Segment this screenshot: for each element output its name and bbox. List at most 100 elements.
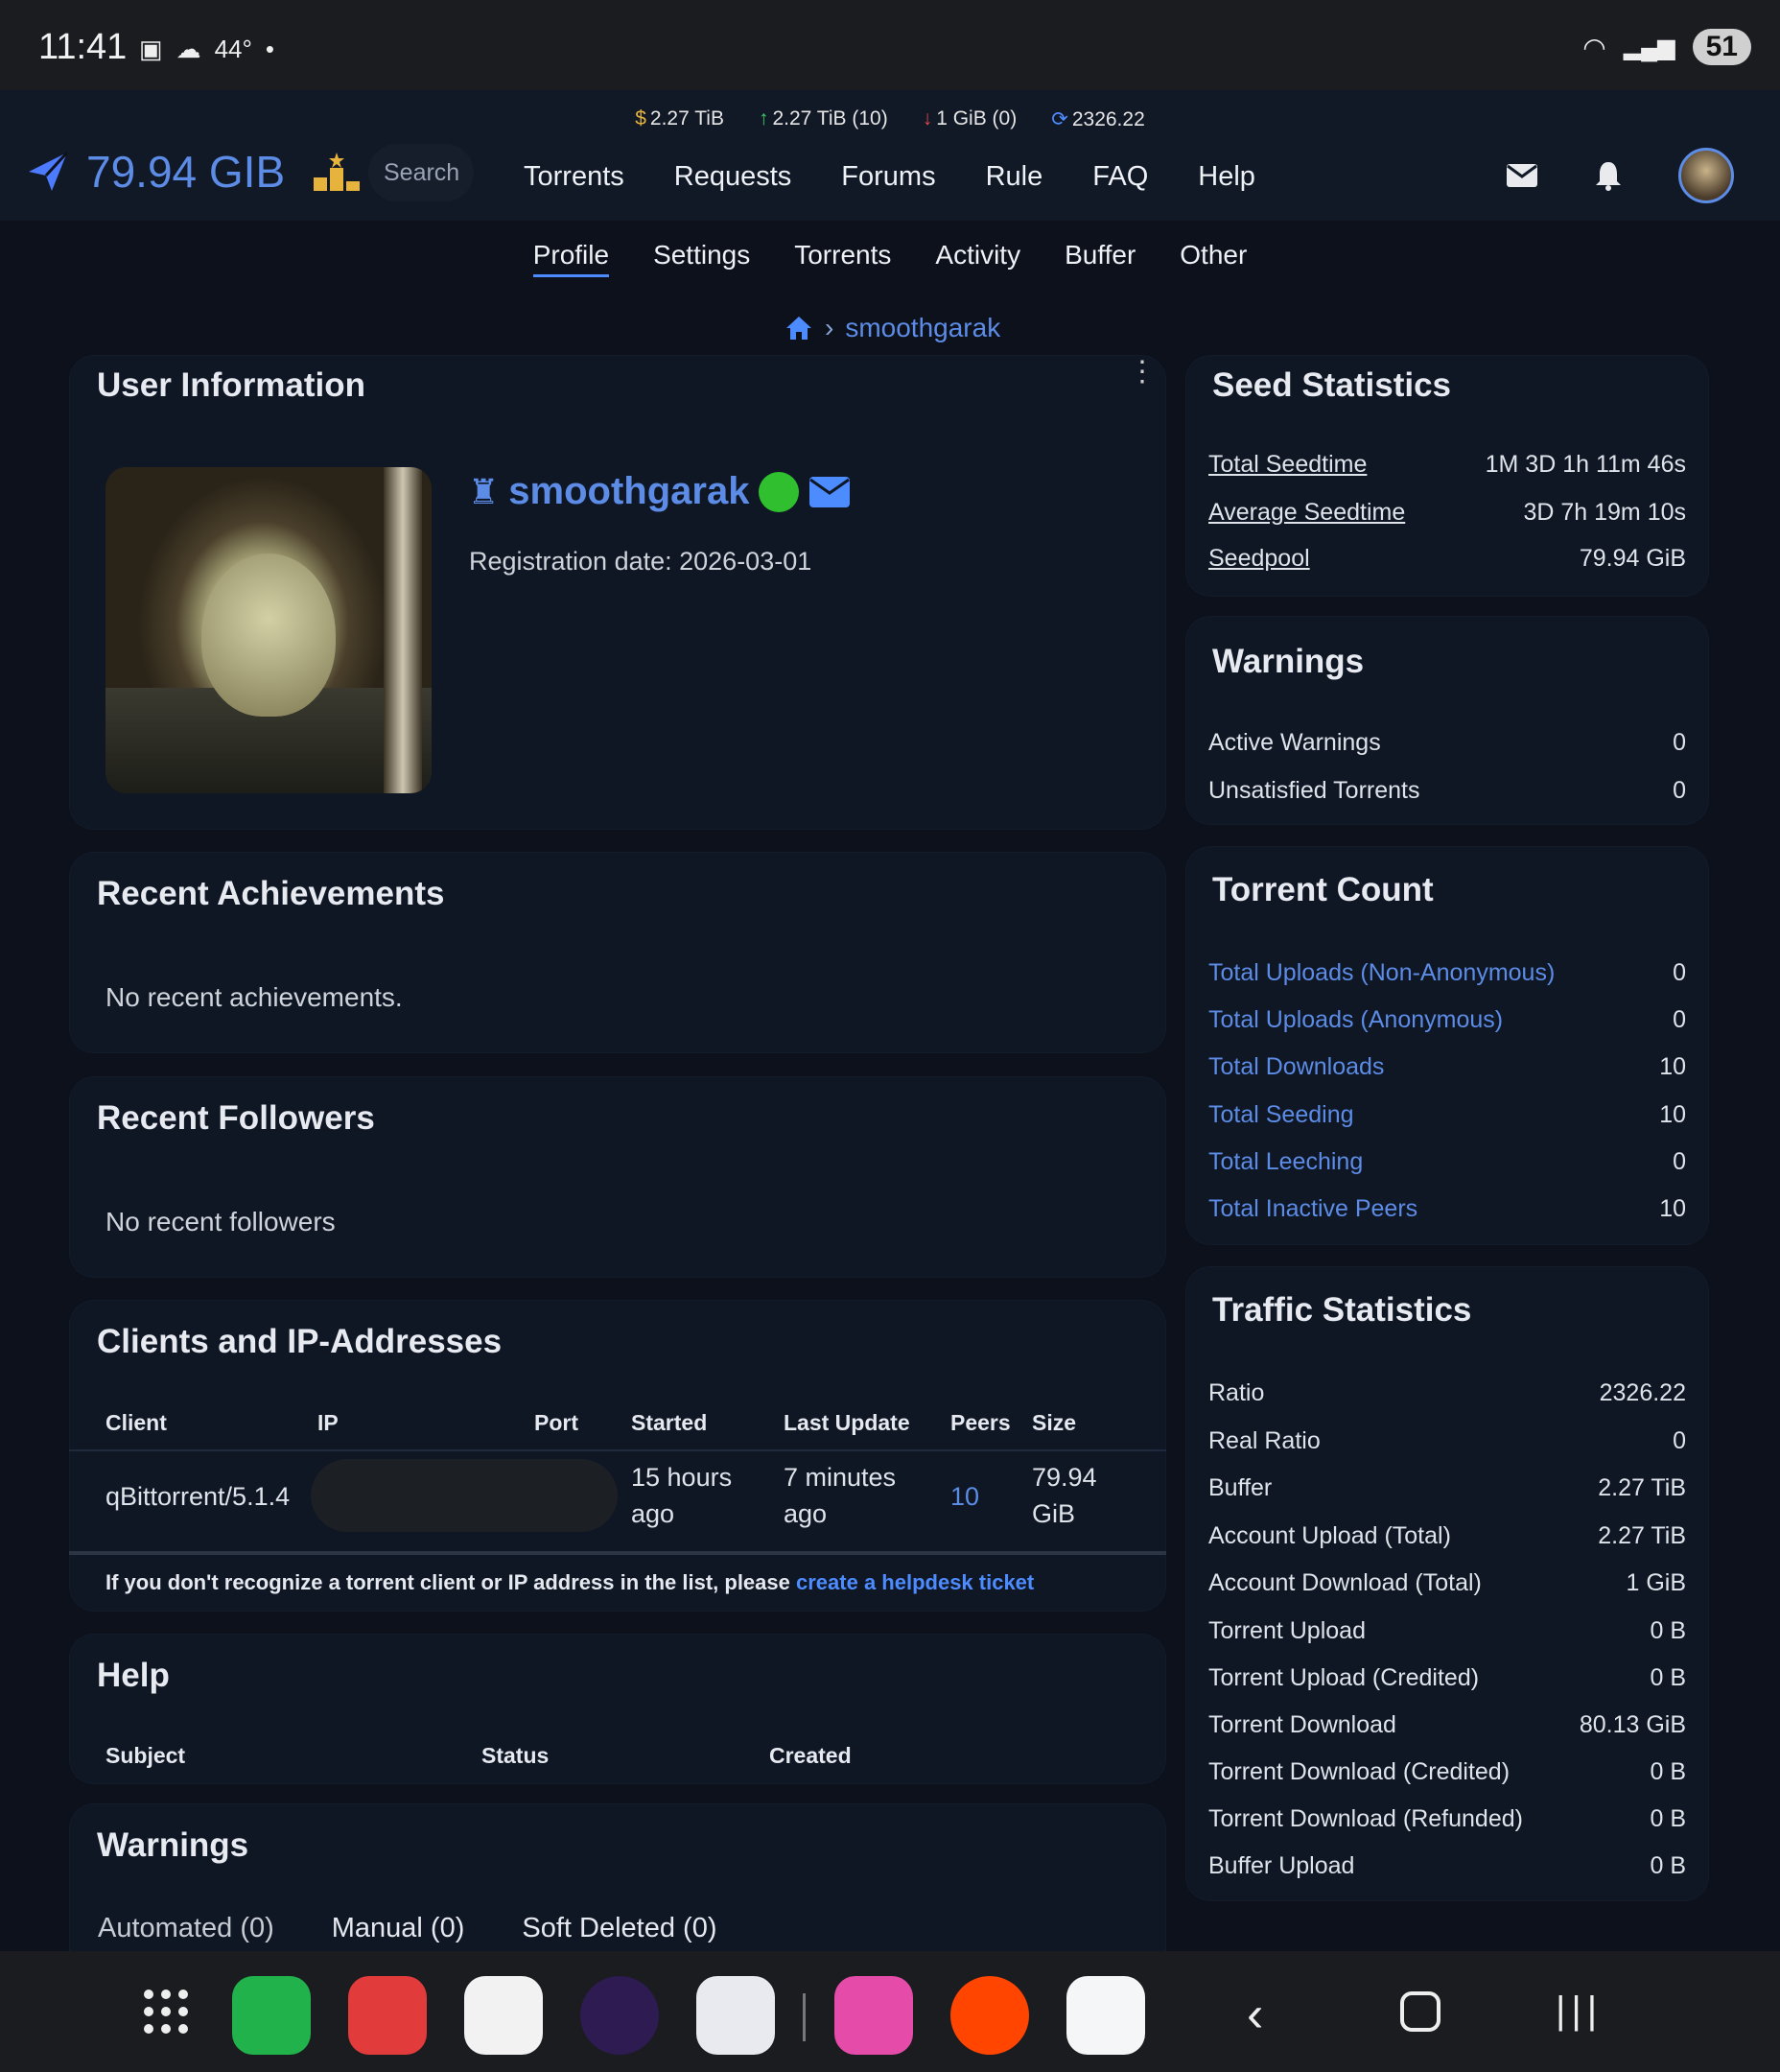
stat-value: 0 <box>1673 1006 1686 1033</box>
card-title: Seed Statistics <box>1212 366 1451 404</box>
screenshot-icon: ▣ <box>139 35 163 63</box>
tab-activity[interactable]: Activity <box>935 240 1020 277</box>
bounty-stat: $2.27 TiB <box>635 107 724 130</box>
stat-row: Total Seeding 10 <box>1208 1101 1686 1129</box>
stat-value: 2.27 TiB <box>1598 1522 1686 1549</box>
tab-other[interactable]: Other <box>1180 240 1247 277</box>
stat-row: Torrent Upload 0 B <box>1208 1617 1686 1645</box>
user-avatar[interactable] <box>1678 148 1734 203</box>
tab-settings[interactable]: Settings <box>653 240 750 277</box>
stat-row: Account Download (Total) 1 GiB <box>1208 1569 1686 1597</box>
home-icon[interactable] <box>785 315 813 341</box>
messenger-app-icon[interactable] <box>1066 1976 1145 2055</box>
col-subject: Subject <box>105 1743 186 1768</box>
taskbar-divider <box>803 1993 806 2041</box>
helpdesk-link[interactable]: create a helpdesk ticket <box>796 1570 1034 1594</box>
send-message-icon[interactable] <box>808 476 851 508</box>
stat-value: 0 <box>1673 729 1686 756</box>
gallery-app-icon[interactable] <box>834 1976 913 2055</box>
bell-icon[interactable] <box>1594 160 1623 191</box>
profile-photo <box>105 467 432 793</box>
stat-label: Torrent Download (Credited) <box>1208 1758 1511 1785</box>
card-title: Help <box>97 1657 170 1694</box>
nav-help[interactable]: Help <box>1198 161 1255 193</box>
helpdesk-note: If you don't recognize a torrent client … <box>105 1570 1035 1594</box>
tab-buffer[interactable]: Buffer <box>1065 240 1136 277</box>
reddit-app-icon[interactable] <box>950 1976 1029 2055</box>
stat-value: 10 <box>1659 1195 1686 1222</box>
envelope-icon[interactable] <box>1506 163 1538 188</box>
stat-link[interactable]: Total Downloads <box>1208 1053 1384 1081</box>
stat-value: 2326.22 <box>1599 1379 1686 1406</box>
home-button-icon[interactable] <box>1400 1991 1440 2032</box>
phone-app-icon[interactable] <box>232 1976 311 2055</box>
tab-automated[interactable]: Automated (0) <box>98 1913 274 1944</box>
messages-app-icon[interactable] <box>696 1976 775 2055</box>
last-update: 7 minutes ago <box>784 1463 897 1528</box>
contacts-app-icon[interactable] <box>348 1976 427 2055</box>
stat-link[interactable]: Total Uploads (Anonymous) <box>1208 1006 1503 1034</box>
stat-link[interactable]: Total Inactive Peers <box>1208 1195 1417 1223</box>
stat-row: Torrent Upload (Credited) 0 B <box>1208 1664 1686 1692</box>
tab-soft-deleted[interactable]: Soft Deleted (0) <box>522 1913 716 1944</box>
warnings-summary-card: Warnings Active Warnings 0 Unsatisfied To… <box>1185 616 1709 825</box>
stat-row: Buffer 2.27 TiB <box>1208 1474 1686 1502</box>
nav-forums[interactable]: Forums <box>841 161 935 193</box>
stat-link[interactable]: Total Uploads (Non-Anonymous) <box>1208 959 1555 987</box>
header-divider <box>69 1449 1166 1451</box>
nav-requests[interactable]: Requests <box>674 161 792 193</box>
torrent-count-card: Torrent Count Total Uploads (Non-Anonymo… <box>1185 846 1709 1245</box>
site-logo-icon[interactable] <box>23 147 73 197</box>
firefox-icon[interactable] <box>580 1976 659 2055</box>
username[interactable]: smoothgarak <box>508 470 749 513</box>
stat-value: 0 <box>1673 959 1686 986</box>
tab-manual[interactable]: Manual (0) <box>332 1913 465 1944</box>
stat-row: Total Seedtime 1M 3D 1h 11m 46s <box>1208 451 1686 479</box>
stat-row: Account Upload (Total) 2.27 TiB <box>1208 1522 1686 1550</box>
ratio-bar: $2.27 TiB ↑ 2.27 TiB (10) ↓ 1 GiB (0) ⟳ 232… <box>0 107 1780 131</box>
col-created: Created <box>769 1743 852 1768</box>
back-icon[interactable]: ‹ <box>1247 1986 1263 2043</box>
empty-message: No recent followers <box>105 1207 336 1236</box>
app-drawer-icon[interactable] <box>144 1990 188 2034</box>
stat-row: Torrent Download (Credited) 0 B <box>1208 1758 1686 1786</box>
col-client: Client <box>105 1410 167 1435</box>
stat-value: 0 <box>1673 1427 1686 1454</box>
weather-icon: ☁ <box>176 35 201 63</box>
stat-row: Average Seedtime 3D 7h 19m 10s <box>1208 499 1686 527</box>
podium-icon[interactable] <box>312 151 362 193</box>
nav-torrents[interactable]: Torrents <box>524 161 624 193</box>
brand[interactable]: 79.94 GIB <box>23 146 362 198</box>
clients-card: Clients and IP-Addresses Client IP Port … <box>69 1300 1166 1612</box>
col-last-update: Last Update <box>784 1410 910 1435</box>
warnings-tabs: Automated (0) Manual (0) Soft Deleted (0… <box>98 1913 717 1944</box>
nav-faq[interactable]: FAQ <box>1092 161 1148 193</box>
clock: 11:41 <box>38 27 128 67</box>
stat-value: 2.27 TiB <box>1598 1474 1686 1501</box>
stat-label: Account Upload (Total) <box>1208 1522 1451 1549</box>
stat-label: Torrent Download (Refunded) <box>1208 1805 1523 1832</box>
search-input[interactable]: Search <box>368 144 474 201</box>
breadcrumb-user[interactable]: smoothgarak <box>845 313 1000 343</box>
card-title: Traffic Statistics <box>1212 1291 1472 1329</box>
stat-value: 0 B <box>1650 1664 1686 1691</box>
stat-value: 0 <box>1673 1148 1686 1175</box>
play-store-icon[interactable] <box>464 1976 543 2055</box>
username-row: ♜ smoothgarak <box>468 470 851 513</box>
tab-profile[interactable]: Profile <box>532 240 610 277</box>
stat-link[interactable]: Total Seeding <box>1208 1101 1354 1129</box>
ratio-stat: ⟳ 2326.22 <box>1051 108 1145 130</box>
upload-stat: ↑ 2.27 TiB (10) <box>758 107 888 130</box>
recents-icon[interactable]: ||| <box>1556 1990 1603 2033</box>
stat-row: Total Leeching 0 <box>1208 1148 1686 1176</box>
tab-torrents[interactable]: Torrents <box>794 240 891 277</box>
more-options-icon[interactable]: ⋮ <box>1128 355 1157 388</box>
card-title: Torrent Count <box>1212 871 1434 908</box>
peers-count[interactable]: 10 <box>950 1478 979 1515</box>
stat-link[interactable]: Total Leeching <box>1208 1148 1363 1176</box>
seedpool-size[interactable]: 79.94 GIB <box>86 146 285 198</box>
stat-value: 0 B <box>1650 1852 1686 1879</box>
refresh-icon: ⟳ <box>1051 108 1068 130</box>
recent-achievements-card: Recent Achievements No recent achievemen… <box>69 852 1166 1053</box>
nav-rule[interactable]: Rule <box>986 161 1043 193</box>
